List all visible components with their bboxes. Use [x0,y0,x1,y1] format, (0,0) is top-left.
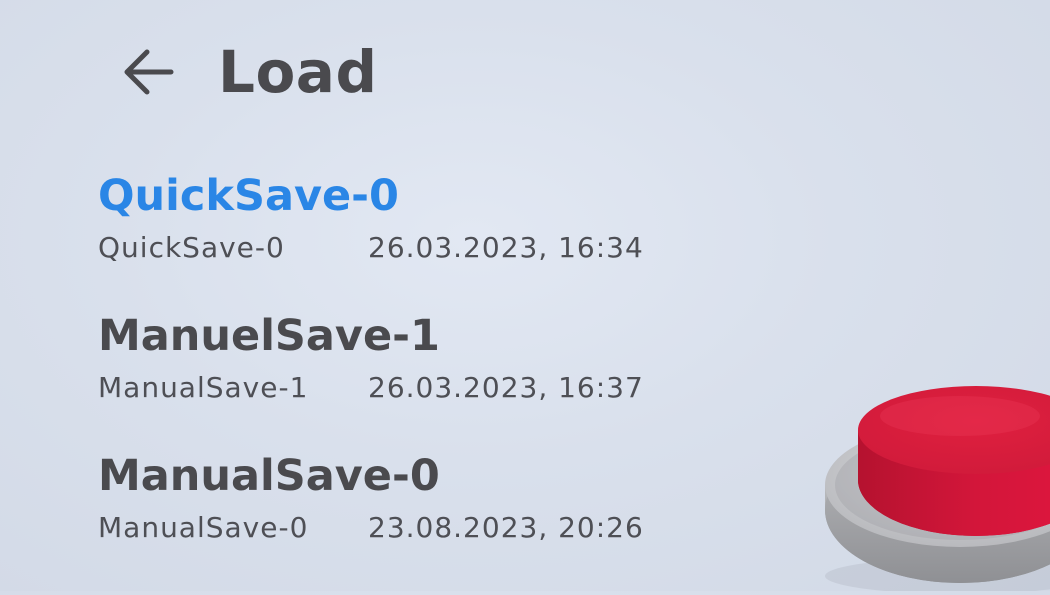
save-datetime: 26.03.2023, 16:34 [368,231,644,264]
save-name: QuickSave-0 [98,231,285,264]
save-name: ManualSave-1 [98,371,309,404]
back-button[interactable] [118,43,176,101]
header: Load [118,36,377,108]
save-entry-manualsave-0[interactable]: ManualSave-0 ManualSave-0 23.08.2023, 20… [98,448,644,588]
save-title: ManuelSave-1 [98,311,440,361]
save-meta: ManualSave-0 23.08.2023, 20:26 [98,508,644,548]
red-push-button[interactable] [820,380,1050,594]
save-name: ManualSave-0 [98,511,309,544]
save-entry-quicksave-0[interactable]: QuickSave-0 QuickSave-0 26.03.2023, 16:3… [98,168,644,308]
save-datetime: 26.03.2023, 16:37 [368,371,644,404]
page-title: Load [218,38,378,106]
arrow-left-icon [124,49,174,95]
save-list: QuickSave-0 QuickSave-0 26.03.2023, 16:3… [98,168,644,588]
save-entry-manuelsave-1[interactable]: ManuelSave-1 ManualSave-1 26.03.2023, 16… [98,308,644,448]
save-title: QuickSave-0 [98,171,399,221]
red-push-button-icon [825,386,1050,594]
save-meta: ManualSave-1 26.03.2023, 16:37 [98,368,644,408]
save-datetime: 23.08.2023, 20:26 [368,511,644,544]
save-title: ManualSave-0 [98,451,440,501]
save-meta: QuickSave-0 26.03.2023, 16:34 [98,228,644,268]
